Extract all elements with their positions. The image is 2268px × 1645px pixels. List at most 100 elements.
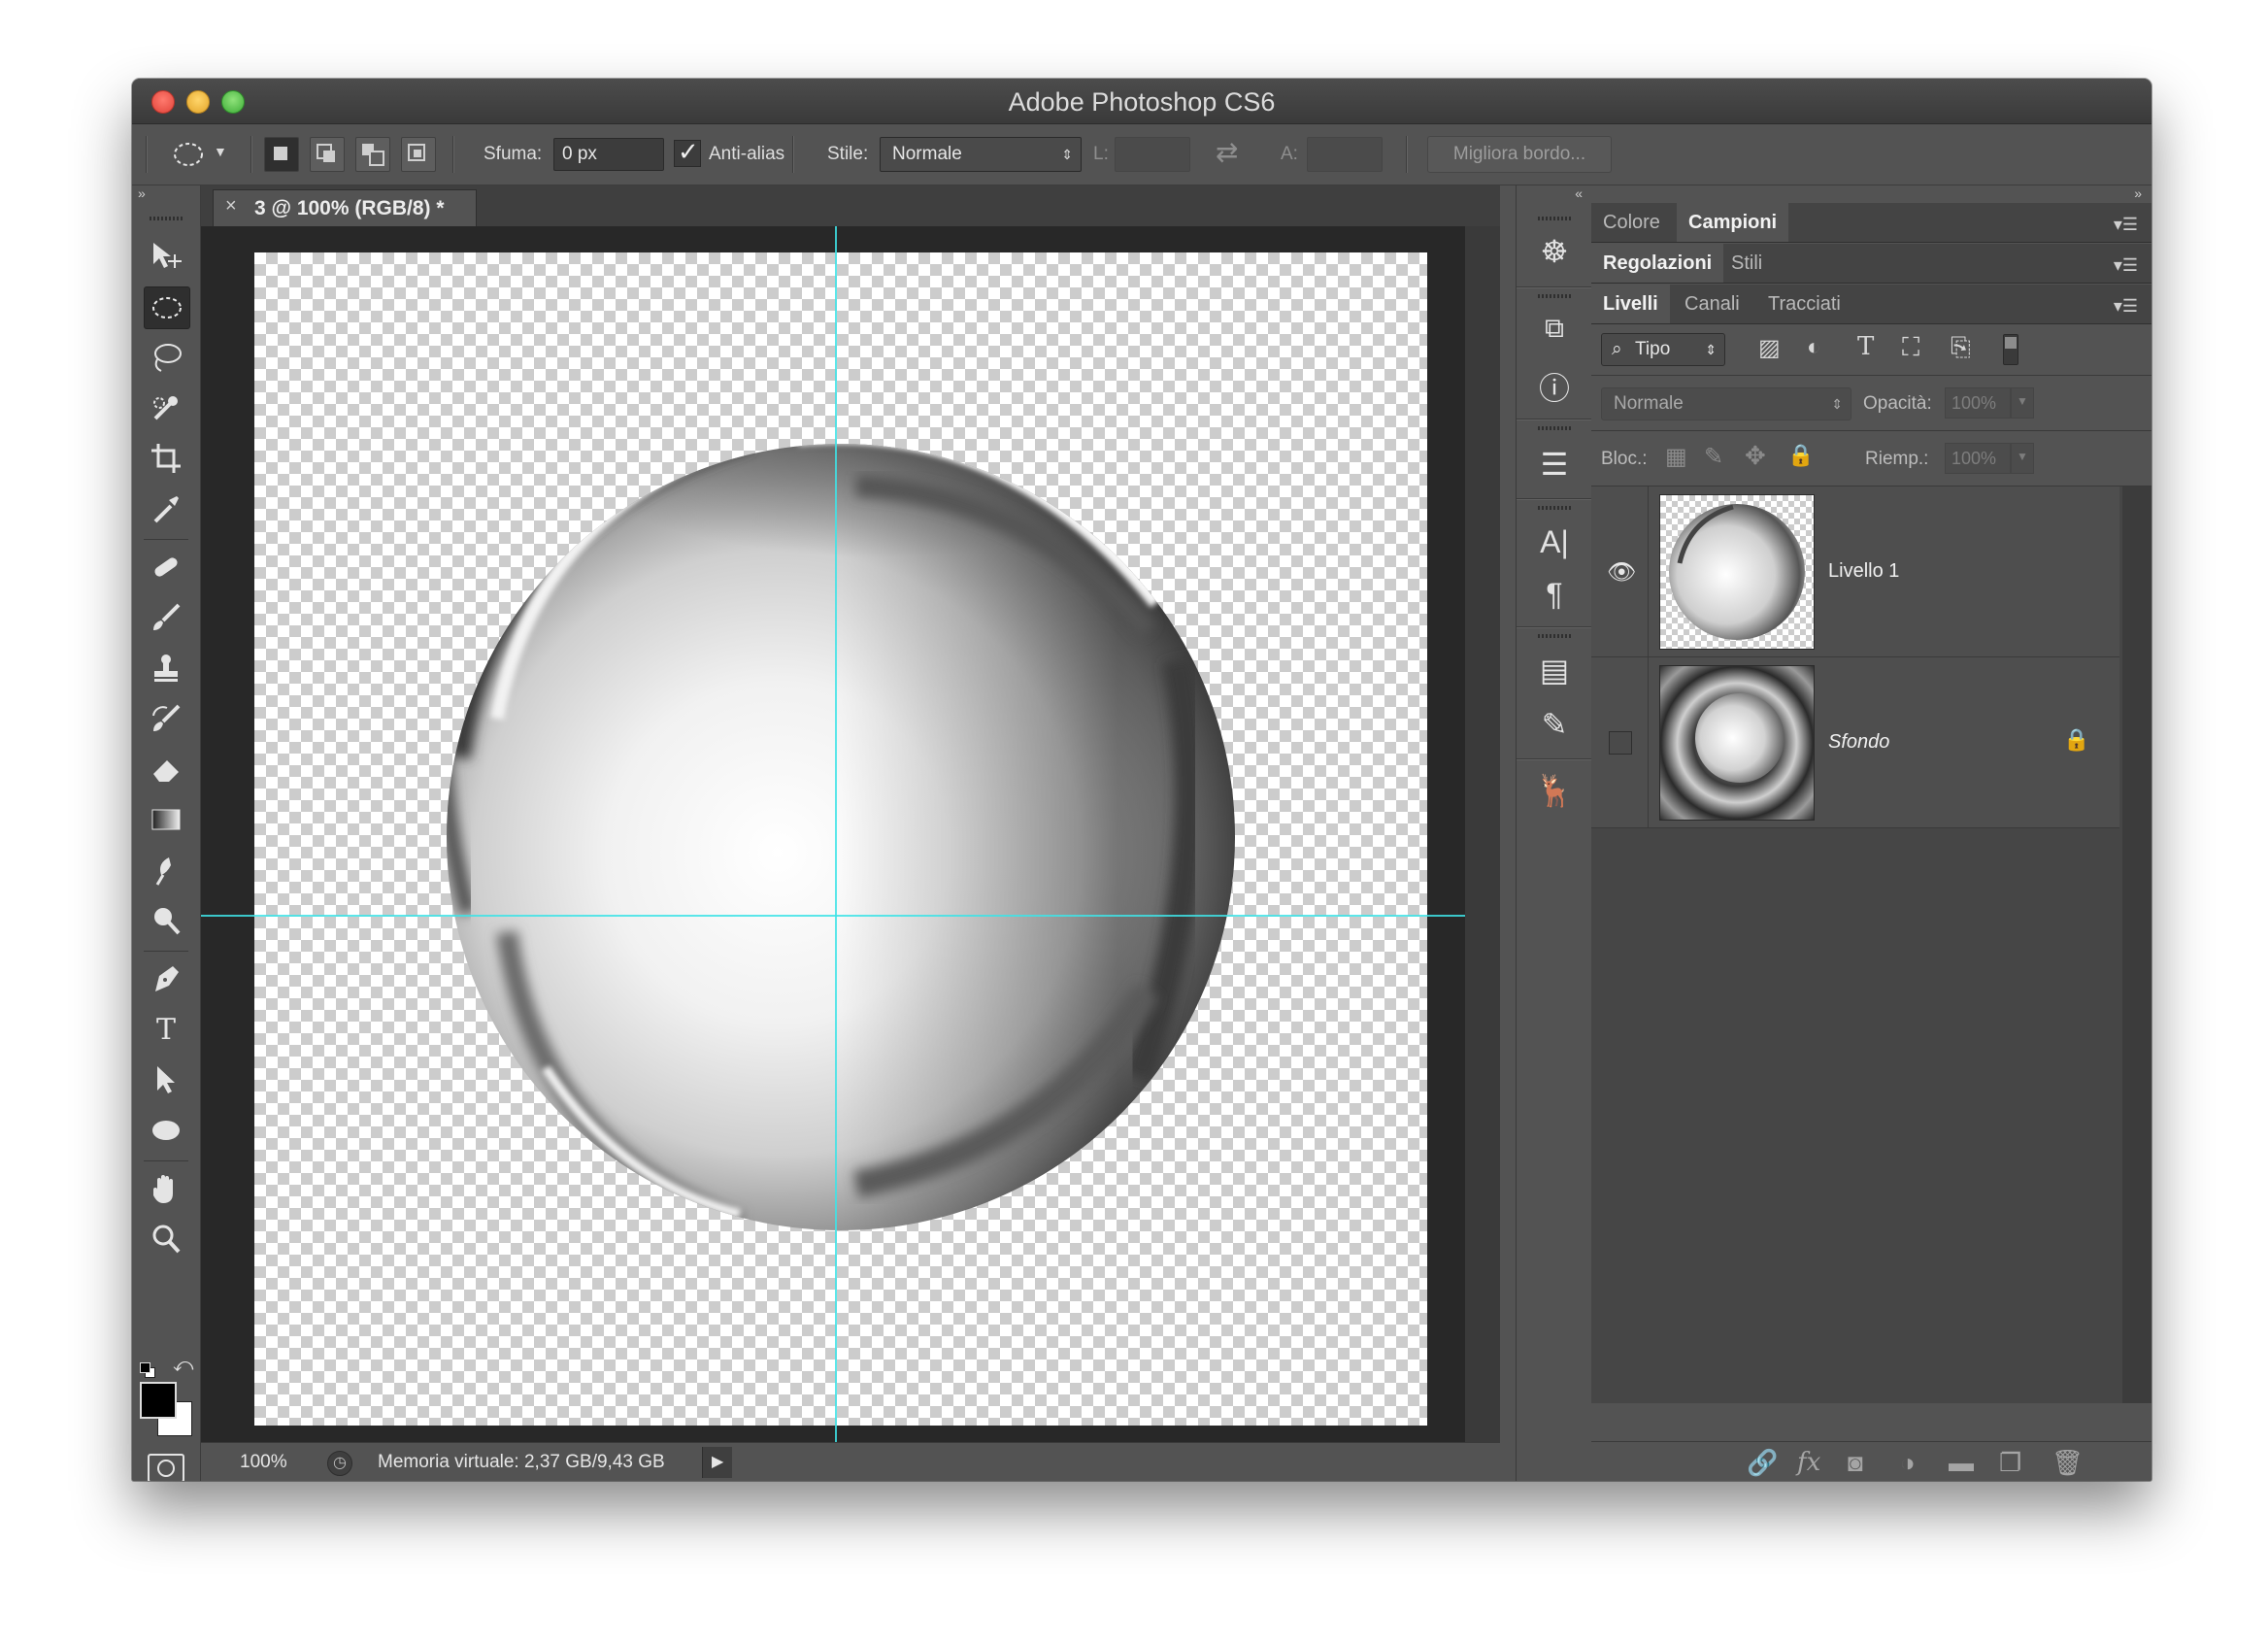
new-selection-button[interactable]: [264, 137, 299, 172]
elliptical-marquee-tool[interactable]: [144, 286, 190, 329]
lasso-tool[interactable]: [144, 337, 188, 378]
status-bar: 100% ◷ Memoria virtuale: 2,37 GB/9,43 GB…: [201, 1442, 1500, 1481]
foreground-color-swatch[interactable]: [140, 1382, 177, 1419]
lock-transparent-icon[interactable]: ▦: [1665, 443, 1687, 471]
path-selection-tool[interactable]: [144, 1059, 188, 1100]
move-tool[interactable]: [144, 235, 188, 276]
swap-dimensions-icon[interactable]: ⇄: [1216, 136, 1238, 168]
layer-name[interactable]: Livello 1: [1828, 560, 1899, 583]
opacity-input[interactable]: 100%: [1945, 387, 2011, 419]
spot-healing-tool[interactable]: [144, 547, 188, 588]
close-tab-icon[interactable]: ×: [225, 195, 237, 218]
link-layers-icon[interactable]: 🔗: [1747, 1448, 1778, 1478]
notes-panel-button[interactable]: ✎: [1530, 702, 1579, 747]
filter-toggle-switch[interactable]: [2003, 334, 2018, 365]
add-mask-icon[interactable]: ◙: [1848, 1448, 1863, 1478]
brush-tool[interactable]: [144, 597, 188, 638]
canvas-area[interactable]: [201, 226, 1500, 1442]
opacity-dropdown-button[interactable]: ▼: [2011, 387, 2034, 419]
paragraph-panel-button[interactable]: ¶: [1530, 572, 1579, 617]
lock-image-icon[interactable]: ✎: [1704, 443, 1723, 471]
layers-scrollbar[interactable]: [2122, 487, 2151, 1403]
crop-tool[interactable]: [144, 438, 188, 479]
status-info-button[interactable]: ◷: [327, 1451, 352, 1476]
lock-position-icon[interactable]: ✥: [1745, 441, 1766, 471]
add-to-selection-button[interactable]: [310, 137, 345, 172]
layer-visibility-toggle[interactable]: [1609, 731, 1632, 755]
antialias-checkbox[interactable]: ✓: [674, 137, 701, 167]
tab-canali[interactable]: Canali: [1673, 285, 1751, 323]
3d-panel-button[interactable]: ⧉: [1530, 306, 1579, 351]
image-filter-icon[interactable]: ▨: [1758, 334, 1781, 362]
lock-all-icon[interactable]: 🔒: [1787, 443, 1814, 468]
brush-presets-panel-button[interactable]: ☰: [1530, 442, 1579, 487]
height-input[interactable]: [1307, 137, 1383, 172]
trash-icon[interactable]: 🗑: [2051, 1448, 2084, 1478]
layer-name[interactable]: Sfondo: [1828, 731, 1889, 754]
default-colors-icon[interactable]: [140, 1362, 155, 1378]
tab-colore[interactable]: Colore: [1591, 203, 1672, 242]
blend-mode-select[interactable]: Normale ⇕: [1601, 387, 1851, 420]
vertical-guide[interactable]: [835, 226, 837, 1442]
width-input[interactable]: [1115, 137, 1190, 172]
mini-bridge-panel-button[interactable]: 🦌: [1530, 768, 1579, 813]
eraser-tool[interactable]: [144, 749, 188, 789]
collapse-panels-icon[interactable]: »: [2134, 185, 2142, 201]
document-tab[interactable]: × 3 @ 100% (RGB/8) *: [213, 189, 477, 227]
document-canvas[interactable]: [254, 252, 1427, 1426]
fill-input[interactable]: 100%: [1945, 443, 2011, 474]
new-layer-icon[interactable]: ❐: [1999, 1448, 2021, 1478]
dodge-tool[interactable]: [144, 900, 188, 941]
collapse-dock-icon[interactable]: «: [1575, 185, 1583, 201]
actions-panel-button[interactable]: ▤: [1530, 648, 1579, 692]
quick-selection-tool[interactable]: [144, 387, 188, 428]
navigator-panel-button[interactable]: ☸: [1530, 229, 1579, 274]
info-panel-button[interactable]: ⓘ: [1530, 364, 1579, 409]
quick-mask-button[interactable]: [148, 1454, 184, 1481]
fill-label: Riemp.:: [1865, 449, 1929, 469]
zoom-tool[interactable]: [144, 1219, 188, 1259]
status-menu-button[interactable]: ▶: [702, 1447, 732, 1478]
collapse-tools-icon[interactable]: »: [138, 185, 146, 201]
history-brush-tool[interactable]: [144, 698, 188, 739]
tab-stili[interactable]: Stili: [1719, 244, 1774, 283]
layer-row[interactable]: Sfondo 🔒: [1591, 657, 2119, 828]
horizontal-guide[interactable]: [201, 915, 1465, 917]
character-panel-button[interactable]: A|: [1530, 520, 1579, 564]
swap-colors-icon[interactable]: ⤺: [173, 1355, 193, 1377]
panel-menu-icon[interactable]: ▾☰: [2114, 255, 2138, 276]
fx-icon[interactable]: fx: [1797, 1448, 1820, 1477]
feather-input[interactable]: 0 px: [553, 138, 664, 171]
subtract-from-selection-button[interactable]: [355, 137, 390, 172]
panel-menu-icon[interactable]: ▾☰: [2114, 296, 2138, 317]
new-group-folder-icon[interactable]: ▬: [1949, 1448, 1974, 1478]
new-adjustment-icon[interactable]: ◑: [1900, 1448, 1916, 1478]
tool-preset-picker[interactable]: ▼: [171, 138, 229, 171]
zoom-level[interactable]: 100%: [240, 1452, 287, 1473]
type-tool[interactable]: T: [144, 1009, 188, 1050]
refine-edge-button[interactable]: Migliora bordo...: [1427, 136, 1612, 173]
eyedropper-tool[interactable]: [144, 488, 188, 529]
pen-tool[interactable]: [144, 958, 188, 999]
filter-kind-select[interactable]: ⌕ Tipo ⇕: [1601, 333, 1725, 366]
layer-row[interactable]: 👁 Livello 1: [1591, 487, 2119, 657]
tab-regolazioni[interactable]: Regolazioni: [1591, 244, 1724, 283]
intersect-selection-button[interactable]: [401, 137, 436, 172]
canvas-vertical-scrollbar[interactable]: [1465, 226, 1500, 1442]
adjustment-filter-icon[interactable]: ◐: [1807, 334, 1821, 361]
tab-tracciati[interactable]: Tracciati: [1756, 285, 1852, 323]
fill-dropdown-button[interactable]: ▼: [2011, 443, 2034, 474]
smart-object-filter-icon[interactable]: ⎘: [1951, 332, 1971, 363]
hand-tool[interactable]: [144, 1168, 188, 1209]
tab-livelli[interactable]: Livelli: [1591, 285, 1670, 323]
gradient-tool[interactable]: [144, 799, 188, 840]
blur-tool[interactable]: [144, 850, 188, 890]
tab-campioni[interactable]: Campioni: [1677, 203, 1789, 242]
ellipse-tool[interactable]: [144, 1110, 188, 1151]
shape-filter-icon[interactable]: ⛶: [1902, 332, 1919, 363]
clone-stamp-tool[interactable]: [144, 648, 188, 688]
style-select[interactable]: Normale ⇕: [880, 137, 1082, 172]
type-filter-icon[interactable]: T: [1857, 332, 1874, 361]
eye-icon[interactable]: 👁: [1607, 558, 1636, 587]
panel-menu-icon[interactable]: ▾☰: [2114, 215, 2138, 235]
